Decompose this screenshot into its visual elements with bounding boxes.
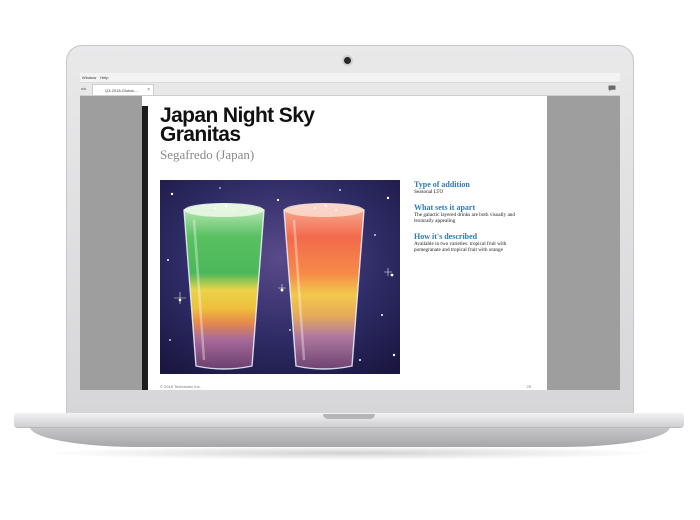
tab-label: Q3-2018-Global-... [105, 88, 139, 93]
section-heading-apart: What sets it apart [414, 202, 476, 212]
laptop-shadow [40, 446, 660, 460]
info-panel: Type of addition Seasonal LTO What sets … [414, 180, 532, 261]
close-icon[interactable]: × [147, 85, 150, 96]
tab-tools[interactable]: ols [80, 83, 90, 95]
page-accent-bar [142, 106, 148, 390]
footer-copyright: © 2018 Technomic Inc. [160, 384, 201, 389]
document-page: Japan Night Sky Granitas Segafredo (Japa… [142, 96, 547, 390]
menu-item-window[interactable]: Window [82, 75, 96, 80]
tab-document[interactable]: Q3-2018-Global-... × [92, 84, 154, 95]
granitas-photo [160, 180, 400, 374]
section-body-apart: The galactic layered drinks are both vis… [414, 211, 515, 225]
section-body-type: Seasonal LTO [414, 189, 444, 195]
section-heading-described: How it's described [414, 231, 478, 241]
menu-item-help[interactable]: Help [100, 75, 108, 80]
menu-bar: Window Help [80, 73, 620, 83]
webcam [344, 57, 351, 64]
laptop-opening-notch [323, 414, 375, 419]
page-title: Japan Night Sky Granitas [160, 105, 380, 146]
tab-bar: ols Q3-2018-Global-... × [80, 83, 620, 96]
section-body-described: Available in two varieties: tropical fru… [414, 240, 507, 254]
comment-icon[interactable] [608, 85, 616, 92]
page-subtitle: Segafredo (Japan) [160, 147, 255, 162]
title-line-2: Granitas [160, 123, 241, 146]
laptop-screen: Window Help ols Q3-2018-Global-... × Jap… [80, 73, 620, 390]
laptop-base-underside [30, 427, 670, 447]
page-number: 29 [526, 384, 531, 389]
section-heading-type: Type of addition [414, 180, 470, 189]
